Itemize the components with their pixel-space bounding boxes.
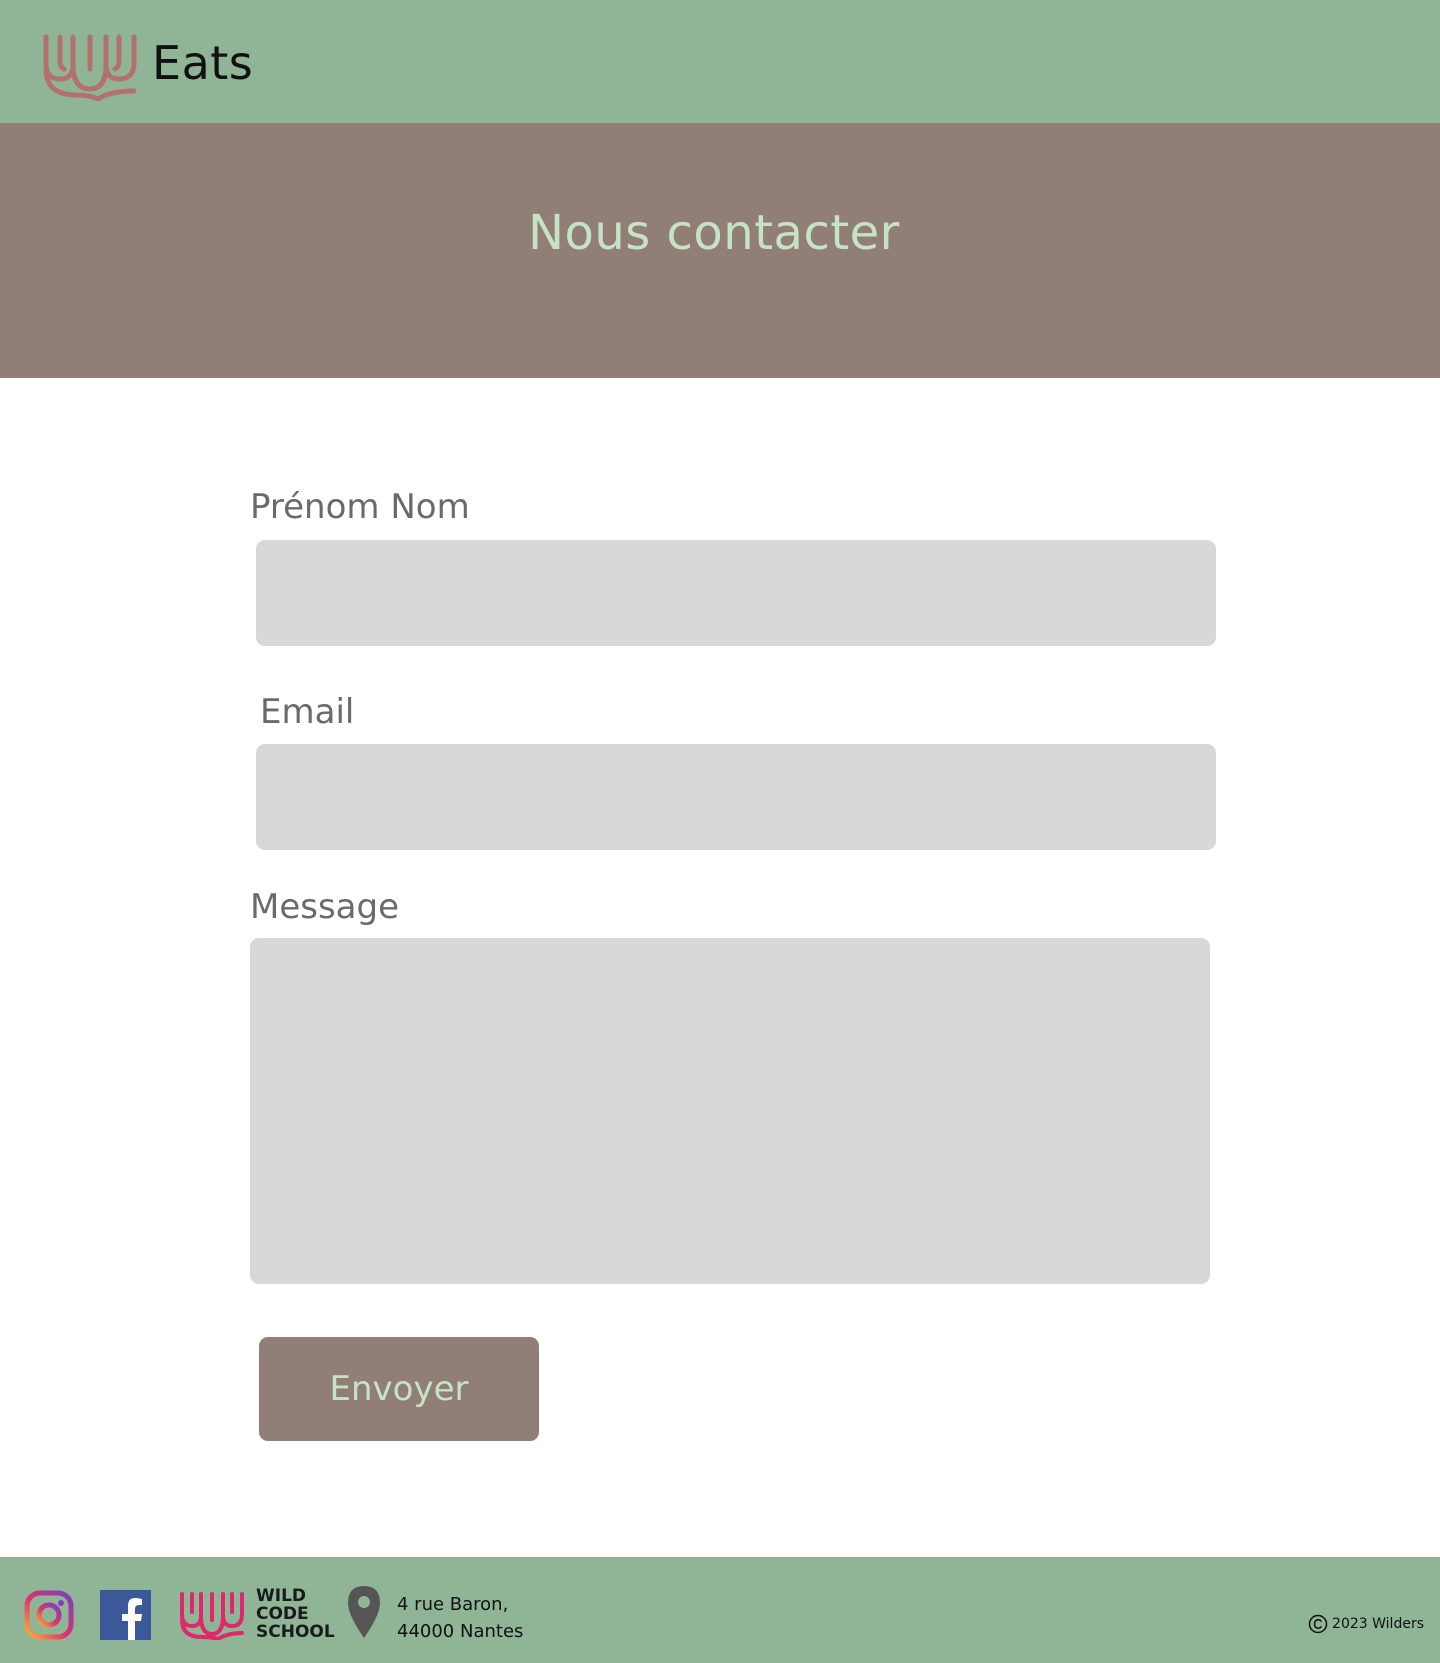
name-input[interactable]: [256, 540, 1216, 646]
message-textarea[interactable]: [250, 938, 1210, 1284]
school-line-2: CODE: [256, 1604, 309, 1624]
school-line-3: SCHOOL: [256, 1622, 335, 1642]
wilders-logo-icon[interactable]: [40, 29, 140, 101]
address: 4 rue Baron, 44000 Nantes: [397, 1591, 523, 1645]
page-title: Nous contacter: [528, 205, 900, 261]
address-street: 4 rue Baron,: [397, 1594, 509, 1615]
copyright: 2023 Wilders: [1308, 1614, 1424, 1634]
site-header: Eats: [0, 0, 1440, 123]
email-input[interactable]: [256, 744, 1216, 850]
brand-name[interactable]: Eats: [152, 36, 253, 90]
wild-code-school-logo-icon[interactable]: [178, 1590, 246, 1640]
wild-code-school-name: WILD CODE SCHOOL: [256, 1587, 336, 1641]
submit-button[interactable]: Envoyer: [259, 1337, 539, 1441]
name-label: Prénom Nom: [250, 487, 470, 527]
copyright-icon: [1308, 1614, 1328, 1634]
school-line-1: WILD: [256, 1586, 307, 1606]
copyright-text: 2023 Wilders: [1332, 1616, 1424, 1632]
address-city: 44000 Nantes: [397, 1621, 524, 1642]
email-label: Email: [260, 692, 355, 732]
hero-banner: Nous contacter: [0, 123, 1440, 378]
facebook-icon[interactable]: [100, 1590, 151, 1640]
message-label: Message: [250, 887, 400, 927]
instagram-icon[interactable]: [24, 1590, 74, 1640]
location-pin-icon: [348, 1586, 380, 1638]
